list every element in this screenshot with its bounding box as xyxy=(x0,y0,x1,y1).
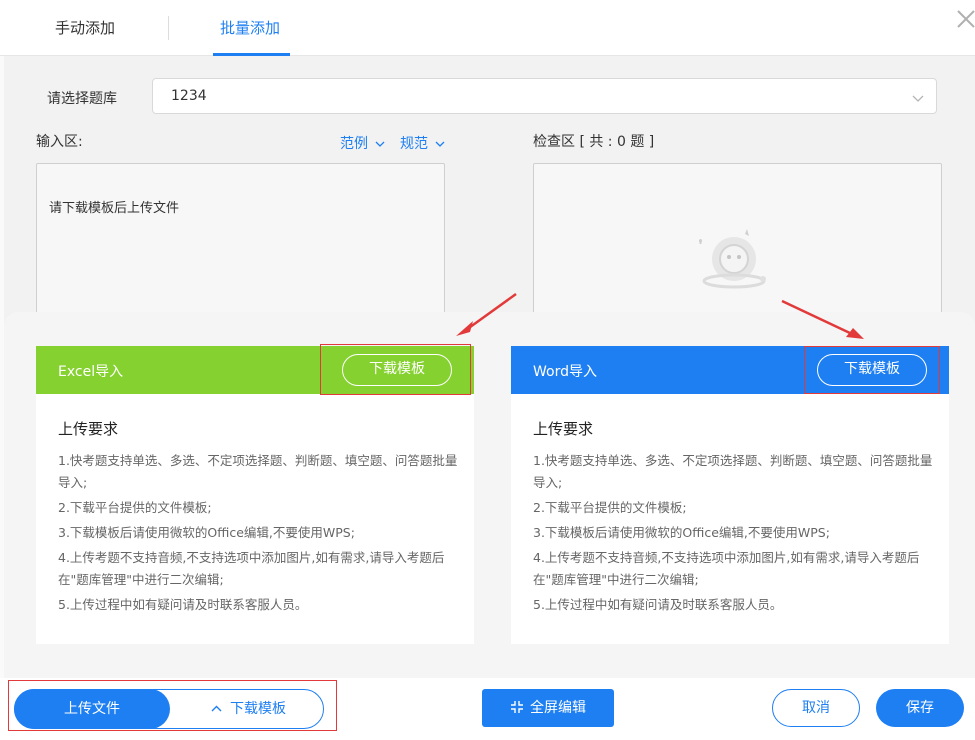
check-area xyxy=(533,163,942,333)
word-requirements-title: 上传要求 xyxy=(533,420,594,438)
word-card-title: Word导入 xyxy=(533,364,597,380)
compress-icon xyxy=(511,701,523,713)
excel-import-card: Excel导入 下载模板 上传要求 1.快考题支持单选、多选、不定项选择题、判断… xyxy=(36,346,474,644)
excel-requirements-list: 1.快考题支持单选、多选、不定项选择题、判断题、填空题、问答题批量导入; 2.下… xyxy=(58,450,458,619)
tab-batch-add[interactable]: 批量添加 xyxy=(220,0,280,56)
excel-download-template-button[interactable]: 下载模板 xyxy=(342,354,452,386)
word-download-template-button[interactable]: 下载模板 xyxy=(817,354,927,386)
excel-card-title: Excel导入 xyxy=(58,364,124,380)
close-icon[interactable] xyxy=(955,8,975,30)
excel-requirements-title: 上传要求 xyxy=(58,420,119,438)
check-area-label: 检查区 [ 共 : 0 题 ] xyxy=(533,134,655,150)
library-select[interactable]: 1234 xyxy=(152,78,937,114)
input-placeholder: 请下载模板后上传文件 xyxy=(49,201,180,216)
tab-divider xyxy=(168,16,169,40)
empty-astronaut-icon xyxy=(699,229,766,289)
input-textarea[interactable]: 请下载模板后上传文件 xyxy=(36,163,445,333)
word-requirements-list: 1.快考题支持单选、多选、不定项选择题、判断题、填空题、问答题批量导入; 2.下… xyxy=(533,450,933,619)
input-area-label: 输入区: xyxy=(36,134,83,150)
example-dropdown[interactable]: 范例 xyxy=(340,133,385,153)
chevron-down-icon xyxy=(435,141,445,147)
chevron-up-icon xyxy=(211,690,222,728)
list-item: 1.快考题支持单选、多选、不定项选择题、判断题、填空题、问答题批量导入; xyxy=(533,453,933,490)
upload-file-button[interactable]: 上传文件 xyxy=(14,689,170,729)
save-button[interactable]: 保存 xyxy=(876,689,964,727)
download-template-label: 下载模板 xyxy=(230,701,286,717)
list-item: 3.下载模板后请使用微软的Office编辑,不要使用WPS; xyxy=(58,525,355,540)
list-item: 2.下载平台提供的文件模板; xyxy=(58,500,212,515)
list-item: 3.下载模板后请使用微软的Office编辑,不要使用WPS; xyxy=(533,525,830,540)
upload-button-group: 上传文件 下载模板 xyxy=(14,689,324,729)
list-item: 4.上传考题不支持音频,不支持选项中添加图片,如有需求,请导入考题后 在"题库管… xyxy=(533,550,920,587)
rules-link-label: 规范 xyxy=(400,136,428,152)
rules-dropdown[interactable]: 规范 xyxy=(400,133,445,153)
list-item: 5.上传过程中如有疑问请及时联系客服人员。 xyxy=(58,597,308,612)
fullscreen-edit-button[interactable]: 全屏编辑 xyxy=(482,689,614,727)
library-selected-value: 1234 xyxy=(171,88,207,104)
list-item: 5.上传过程中如有疑问请及时联系客服人员。 xyxy=(533,597,783,612)
tabs-bar: 手动添加 批量添加 xyxy=(0,0,975,56)
word-import-card: Word导入 下载模板 上传要求 1.快考题支持单选、多选、不定项选择题、判断题… xyxy=(511,346,949,644)
example-link-label: 范例 xyxy=(340,136,368,152)
list-item: 1.快考题支持单选、多选、不定项选择题、判断题、填空题、问答题批量导入; xyxy=(58,453,458,490)
library-label: 请选择题库 xyxy=(47,91,117,107)
cancel-button[interactable]: 取消 xyxy=(772,689,860,727)
chevron-down-icon xyxy=(912,89,924,102)
excel-card-header: Excel导入 下载模板 xyxy=(36,346,474,394)
chevron-down-icon xyxy=(375,141,385,147)
active-tab-indicator xyxy=(213,53,290,56)
list-item: 2.下载平台提供的文件模板; xyxy=(533,500,687,515)
fullscreen-edit-label: 全屏编辑 xyxy=(530,700,586,716)
download-template-dropdown[interactable]: 下载模板 xyxy=(211,690,286,728)
list-item: 4.上传考题不支持音频,不支持选项中添加图片,如有需求,请导入考题后 在"题库管… xyxy=(58,550,445,587)
word-card-header: Word导入 下载模板 xyxy=(511,346,949,394)
tab-manual-add[interactable]: 手动添加 xyxy=(55,0,115,56)
